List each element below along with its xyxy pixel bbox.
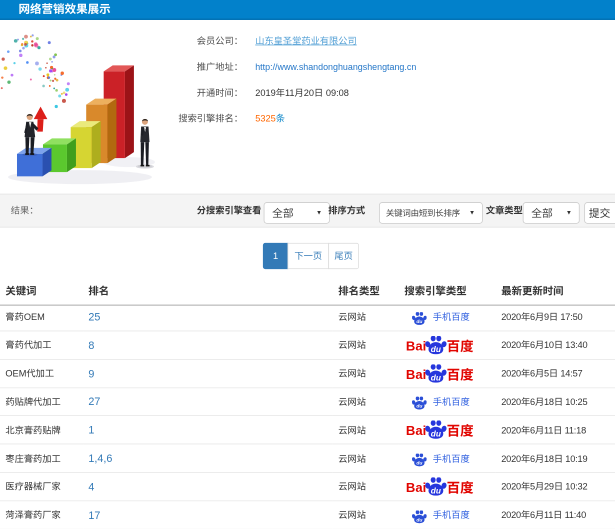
svg-text:百度: 百度	[447, 367, 474, 382]
svg-text:du: du	[416, 461, 422, 467]
svg-text:百度: 百度	[447, 339, 474, 354]
svg-text:du: du	[431, 429, 441, 439]
svg-text:du: du	[416, 404, 422, 410]
svg-text:百度: 百度	[447, 480, 474, 495]
svg-text:du: du	[431, 486, 441, 496]
svg-text:du: du	[431, 372, 441, 382]
svg-text:Bai: Bai	[406, 480, 426, 495]
svg-text:Bai: Bai	[406, 338, 426, 353]
svg-text:百度: 百度	[447, 424, 474, 439]
svg-text:Bai: Bai	[406, 367, 426, 382]
svg-text:Bai: Bai	[406, 423, 426, 438]
svg-text:du: du	[416, 517, 422, 523]
svg-text:du: du	[416, 319, 422, 325]
svg-text:du: du	[431, 344, 441, 354]
